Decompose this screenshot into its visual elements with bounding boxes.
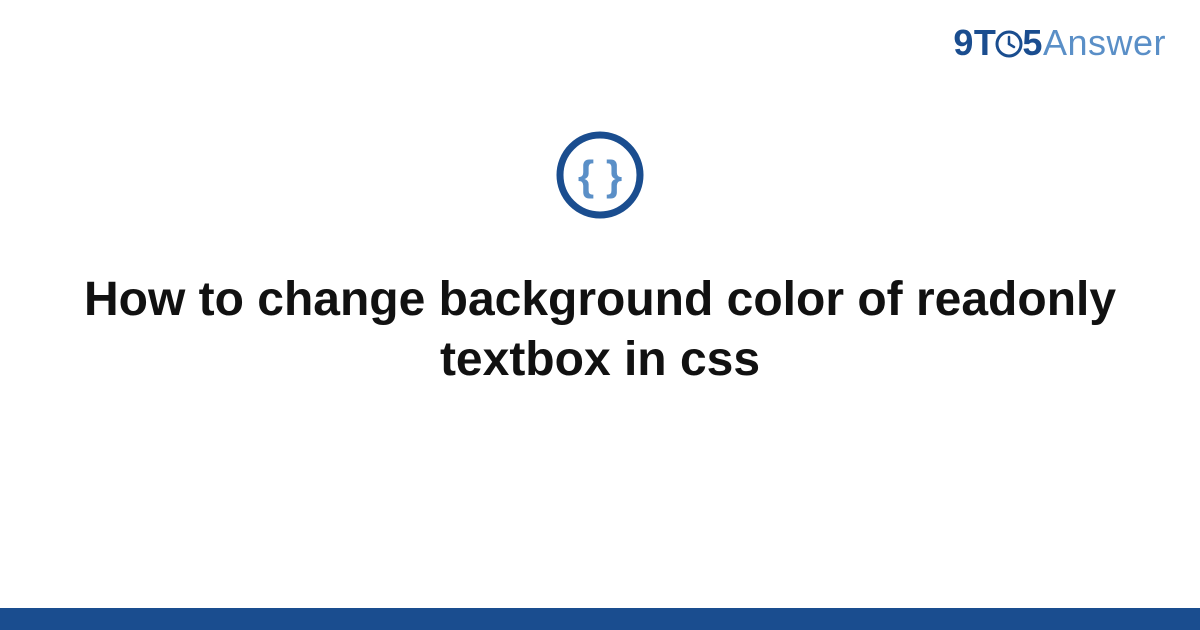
brand-answer: Answer <box>1043 22 1166 63</box>
svg-text:{ }: { } <box>578 152 622 199</box>
brand-five: 5 <box>1022 22 1043 63</box>
site-brand: 9T 5Answer <box>953 22 1166 68</box>
page-title: How to change background color of readon… <box>0 270 1200 390</box>
footer-bar <box>0 608 1200 630</box>
clock-icon <box>994 26 1024 68</box>
code-braces-icon: { } <box>555 130 645 225</box>
brand-nine: 9 <box>953 22 974 63</box>
brand-t: T <box>974 22 997 63</box>
